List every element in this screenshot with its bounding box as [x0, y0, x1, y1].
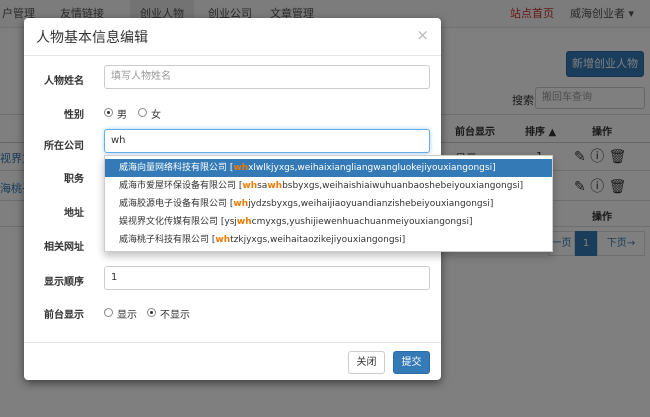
order-label: 显示顺序	[44, 277, 84, 288]
display-show-label[interactable]: 显示	[117, 306, 137, 321]
autocomplete-option[interactable]: 威海向量网络科技有限公司 [whxlwlkjyxgs,weihaixiangli…	[105, 159, 552, 177]
company-autocomplete-dropdown: 威海向量网络科技有限公司 [whxlwlkjyxgs,weihaixiangli…	[104, 155, 553, 252]
display-show-radio[interactable]	[104, 308, 113, 317]
display-hide-radio[interactable]	[147, 308, 156, 317]
submit-button[interactable]: 提交	[393, 351, 430, 374]
url-label: 相关网址	[44, 242, 84, 253]
position-label: 职务	[64, 174, 84, 185]
autocomplete-option[interactable]: 威海市爱屋环保设备有限公司 [whsawhbsbyxgs,weihaishiai…	[105, 177, 552, 195]
gender-female-label[interactable]: 女	[151, 106, 161, 121]
order-input[interactable]: 1	[104, 266, 430, 290]
modal-title: 人物基本信息编辑	[36, 30, 148, 46]
close-button[interactable]: 关闭	[348, 351, 385, 374]
modal-footer-divider	[24, 342, 441, 343]
autocomplete-option[interactable]: 娱视界文化传媒有限公司 [ysjwhcmyxgs,yushijiewenhuac…	[105, 213, 552, 231]
gender-label: 性别	[64, 110, 84, 121]
close-icon[interactable]: ×	[416, 26, 429, 44]
gender-female-radio[interactable]	[138, 108, 147, 117]
company-label: 所在公司	[44, 141, 84, 152]
display-hide-label[interactable]: 不显示	[160, 306, 190, 321]
name-input[interactable]: 填写人物姓名	[104, 65, 430, 89]
company-input[interactable]: wh	[104, 129, 430, 153]
autocomplete-option[interactable]: 威海桃子科技有限公司 [whtzkjyxgs,weihaitaozikejiyo…	[105, 231, 552, 249]
gender-male-radio[interactable]	[104, 108, 113, 117]
autocomplete-option[interactable]: 威海胶源电子设备有限公司 [whjydzsbyxgs,weihaijiaoyua…	[105, 195, 552, 213]
address-label: 地址	[64, 208, 84, 219]
display-label: 前台显示	[44, 310, 84, 321]
modal-header: 人物基本信息编辑 ×	[24, 18, 441, 56]
name-label: 人物姓名	[44, 76, 84, 87]
gender-male-label[interactable]: 男	[117, 106, 127, 121]
